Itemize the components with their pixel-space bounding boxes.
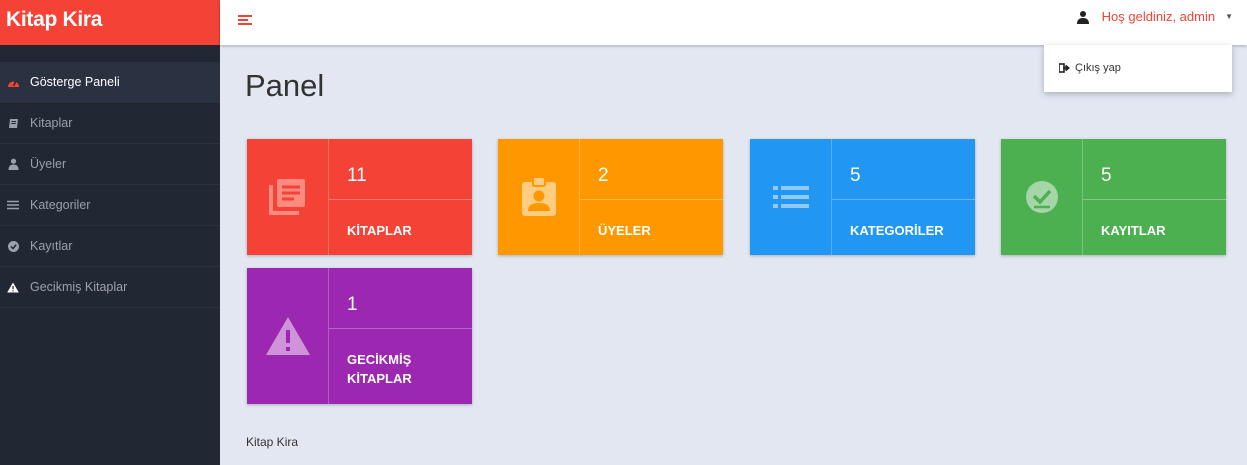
stat-label: ÜYELER [598, 223, 651, 238]
stat-count: 2 [598, 165, 609, 186]
user-dropdown: Çıkış yap [1044, 45, 1232, 92]
top-navbar: Hoş geldiniz, admin ▼ [220, 0, 1247, 45]
logout-label: Çıkış yap [1075, 62, 1121, 74]
members-stat-card[interactable]: 2 ÜYELER [498, 139, 723, 255]
card-divider [1083, 199, 1226, 200]
check-circle-icon [6, 239, 20, 253]
card-divider [580, 199, 723, 200]
sidebar-item-label: Gecikmiş Kitaplar [30, 280, 128, 294]
check-circle-icon [1025, 181, 1058, 213]
logout-link[interactable]: Çıkış yap [1059, 62, 1121, 74]
menu-toggle-icon[interactable] [238, 15, 252, 27]
overdue-stat-card[interactable]: 1 GECİKMİŞ KİTAPLAR [247, 268, 472, 404]
sidebar-item-label: Kitaplar [30, 116, 73, 130]
sign-out-icon [1059, 63, 1070, 73]
sidebar: Gösterge Paneli Kitaplar Üyeler Kategori… [0, 45, 220, 465]
sidebar-item-label: Gösterge Paneli [30, 75, 120, 89]
footer-text: Kitap Kira [246, 435, 299, 449]
sidebar-item-records[interactable]: Kayıtlar [0, 226, 220, 267]
stat-count: 5 [850, 165, 861, 186]
categories-stat-card[interactable]: 5 KATEGORİLER [750, 139, 975, 255]
stat-label: KİTAPLAR [347, 223, 412, 238]
sidebar-item-books[interactable]: Kitaplar [0, 103, 220, 144]
library-books-icon [268, 179, 305, 215]
list-icon [772, 186, 809, 208]
card-divider [832, 199, 975, 200]
sidebar-item-label: Kayıtlar [30, 239, 73, 253]
stat-label: GECİKMİŞ KİTAPLAR [347, 352, 412, 386]
card-divider [329, 328, 472, 329]
sidebar-item-label: Üyeler [30, 157, 67, 171]
user-greeting: Hoş geldiniz, admin [1101, 9, 1216, 24]
user-icon [6, 157, 20, 171]
stat-label: KAYITLAR [1101, 223, 1166, 238]
records-stat-card[interactable]: 5 KAYITLAR [1001, 139, 1226, 255]
sidebar-item-overdue[interactable]: Gecikmiş Kitaplar [0, 267, 220, 308]
sidebar-item-label: Kategoriler [30, 198, 91, 212]
warning-icon [6, 280, 20, 294]
stat-count: 11 [347, 165, 367, 186]
badge-icon [521, 176, 556, 216]
caret-down-icon: ▼ [1225, 12, 1233, 21]
books-stat-card[interactable]: 11 KİTAPLAR [247, 139, 472, 255]
page-title: Panel [245, 68, 325, 103]
sidebar-item-categories[interactable]: Kategoriler [0, 185, 220, 226]
warning-icon [265, 317, 310, 355]
dashboard-icon [6, 75, 20, 89]
stat-count: 5 [1101, 165, 1112, 186]
user-icon [1076, 10, 1089, 24]
user-menu[interactable]: Hoş geldiniz, admin ▼ [1076, 9, 1233, 24]
sidebar-item-members[interactable]: Üyeler [0, 144, 220, 185]
stat-label: KATEGORİLER [850, 223, 944, 238]
app-brand[interactable]: Kitap Kira [0, 0, 220, 45]
list-icon [6, 198, 20, 212]
card-divider [329, 199, 472, 200]
sidebar-item-dashboard[interactable]: Gösterge Paneli [0, 62, 220, 103]
stat-count: 1 [347, 294, 358, 315]
book-icon [6, 116, 20, 130]
